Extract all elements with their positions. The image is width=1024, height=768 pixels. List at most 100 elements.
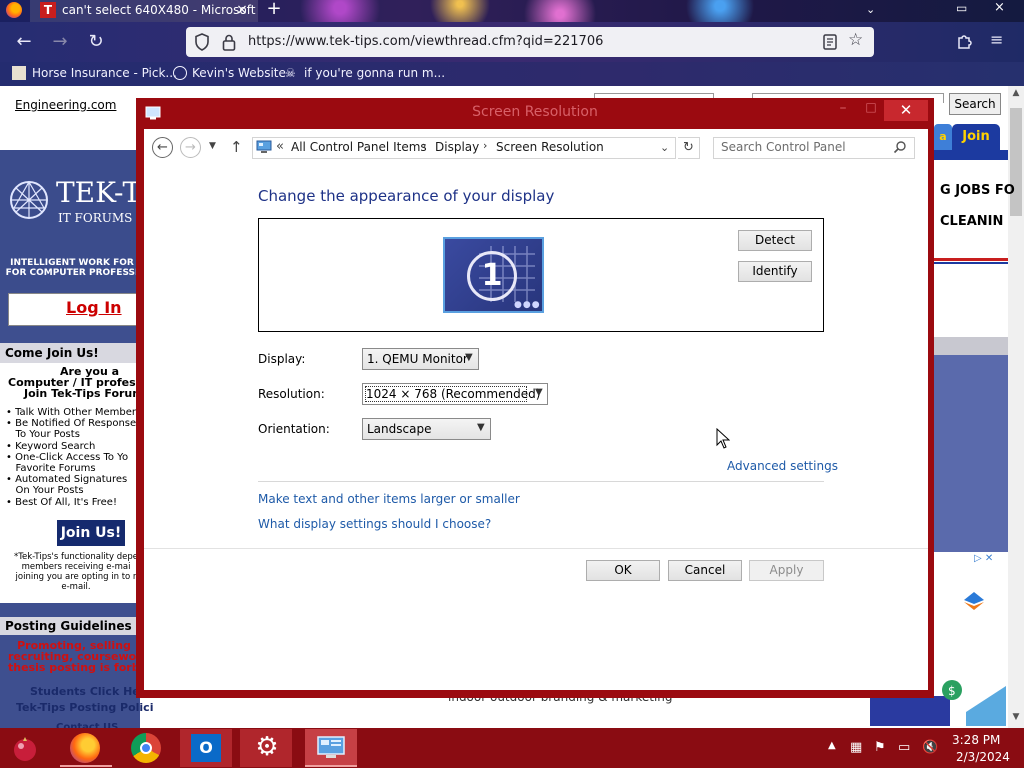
bookmark-star-icon[interactable]: ☆ xyxy=(848,30,863,50)
posting-policy-link[interactable]: Tek-Tips Posting Polici xyxy=(16,701,153,714)
start-button-icon[interactable] xyxy=(8,732,42,766)
back-arrow-icon[interactable]: ← xyxy=(10,28,38,56)
ok-button[interactable]: OK xyxy=(586,560,660,581)
join-us-button[interactable]: Join Us! xyxy=(57,520,125,546)
horse-bookmark-icon xyxy=(12,66,26,80)
monitor-number: 1 xyxy=(467,251,517,301)
scroll-up-icon[interactable]: ▲ xyxy=(1008,88,1024,102)
nav-tab-partial[interactable]: a xyxy=(934,124,952,150)
bookmark-kevins-website[interactable]: Kevin's Website xyxy=(192,62,286,86)
clock-date[interactable]: 2/3/2024 xyxy=(956,750,1010,764)
up-arrow-icon[interactable]: ↑ xyxy=(230,138,243,156)
search-icon[interactable] xyxy=(893,140,907,154)
window-close-icon[interactable]: × xyxy=(994,0,1010,20)
detect-button[interactable]: Detect xyxy=(738,230,812,251)
mouse-cursor-icon xyxy=(716,428,730,449)
back-icon[interactable]: ← xyxy=(152,137,173,158)
lock-icon[interactable] xyxy=(222,33,236,51)
chevron-down-icon[interactable]: ▼ xyxy=(465,352,473,363)
firefox-logo-icon[interactable] xyxy=(6,2,22,18)
new-tab-icon[interactable]: + xyxy=(264,0,284,20)
login-link[interactable]: Log In xyxy=(66,298,122,317)
scrollbar-thumb[interactable] xyxy=(1010,108,1022,216)
breadcrumb-display[interactable]: Display xyxy=(435,140,479,154)
breadcrumb-overflow[interactable]: « xyxy=(276,139,284,154)
divider xyxy=(258,481,824,482)
students-link[interactable]: Students Click Here xyxy=(30,685,153,698)
minimize-icon[interactable]: – xyxy=(830,100,856,120)
chrome-center-icon xyxy=(140,742,152,754)
text-size-link[interactable]: Make text and other items larger or smal… xyxy=(258,492,520,506)
resolution-label: Resolution: xyxy=(258,387,325,401)
identify-button[interactable]: Identify xyxy=(738,261,812,282)
clock-time[interactable]: 3:28 PM xyxy=(952,733,1000,747)
join-nav-tab[interactable]: Join xyxy=(952,124,1000,150)
breadcrumb-separator-icon[interactable]: › xyxy=(483,139,487,152)
tab-close-icon[interactable]: × xyxy=(232,0,252,20)
gear-icon: ⚙ xyxy=(255,732,279,762)
page-heading: Change the appearance of your display xyxy=(258,187,555,205)
close-icon[interactable]: ✕ xyxy=(884,100,928,121)
list-item: • Be Notified Of Response xyxy=(6,418,137,430)
tek-tips-favicon-icon: T xyxy=(40,2,56,18)
bookmark-gonna-run[interactable]: if you're gonna run m... xyxy=(304,62,445,86)
forward-arrow-icon[interactable]: → xyxy=(46,28,74,56)
tab-list-chevron-icon[interactable]: ⌄ xyxy=(866,0,882,20)
control-panel-display-icon xyxy=(317,736,345,758)
chevron-down-icon[interactable]: ▼ xyxy=(477,422,485,433)
advanced-settings-link[interactable]: Advanced settings xyxy=(727,459,838,473)
list-item: • One-Click Access To Yo xyxy=(6,451,129,463)
network-icon[interactable]: ▦ xyxy=(850,740,866,756)
svg-text:$: $ xyxy=(948,684,956,698)
site-search-button[interactable]: Search xyxy=(949,93,1001,115)
orientation-select[interactable]: Landscape xyxy=(362,418,491,440)
address-dropdown-icon[interactable]: ⌄ xyxy=(660,141,669,154)
cleaning-banner-text: CLEANIN xyxy=(940,214,1004,229)
chevron-down-icon[interactable]: ▼ xyxy=(535,387,543,398)
reload-icon[interactable]: ↻ xyxy=(82,28,110,56)
maximize-icon[interactable]: □ xyxy=(858,100,884,120)
flag-icon[interactable]: ⚑ xyxy=(874,740,890,756)
forward-icon[interactable]: → xyxy=(180,137,201,158)
search-placeholder: Search Control Panel xyxy=(721,140,846,154)
window-restore-icon[interactable]: ▭ xyxy=(956,0,970,20)
nav-strip xyxy=(934,150,1008,160)
hamburger-menu-icon[interactable]: ≡ xyxy=(990,30,1003,49)
promotion-warning: Promoting, selling recruiting, coursewor… xyxy=(8,639,152,674)
display-select[interactable]: 1. QEMU Monitor xyxy=(362,348,479,370)
come-join-heading: Come Join Us! xyxy=(0,343,140,363)
bookmark-horse-insurance[interactable]: Horse Insurance - Pick... xyxy=(32,62,177,86)
tracking-shield-icon[interactable] xyxy=(194,33,210,51)
display-settings-help-link[interactable]: What display settings should I choose? xyxy=(258,517,491,531)
display-tray-icon[interactable]: ▭ xyxy=(898,740,914,756)
refresh-icon[interactable]: ↻ xyxy=(678,137,700,159)
window-title: Screen Resolution xyxy=(472,104,598,120)
monitor-dots-icon: ●●● xyxy=(514,300,541,310)
orientation-label: Orientation: xyxy=(258,422,330,436)
tray-overflow-icon[interactable]: ▲ xyxy=(828,740,836,751)
engineering-link[interactable]: Engineering.com xyxy=(15,98,116,112)
browser-tab-active[interactable]: can't select 640X480 - Microsoft xyxy=(30,0,258,22)
url-text[interactable]: https://www.tek-tips.com/viewthread.cfm?… xyxy=(248,34,603,49)
scroll-down-icon[interactable]: ▼ xyxy=(1008,712,1024,726)
extensions-puzzle-icon[interactable] xyxy=(956,32,974,50)
recent-locations-chevron-icon[interactable]: ▼ xyxy=(209,141,216,151)
breadcrumb-separator-icon[interactable]: › xyxy=(422,139,426,152)
tek-tips-globe-logo-icon xyxy=(10,180,48,219)
posting-guidelines-heading: Posting Guidelines xyxy=(0,617,140,635)
breadcrumb-screen-resolution[interactable]: Screen Resolution xyxy=(496,140,604,154)
footer-divider xyxy=(144,548,928,549)
globe-icon xyxy=(173,66,187,80)
reader-view-icon[interactable] xyxy=(822,33,838,51)
running-indicator xyxy=(60,765,112,767)
apply-button[interactable]: Apply xyxy=(749,560,824,581)
control-panel-icon xyxy=(256,140,272,153)
ad-close-icon[interactable]: ▷ ✕ xyxy=(974,553,993,564)
resolution-value[interactable]: 1024 × 768 (Recommended) xyxy=(366,387,540,401)
outlook-icon: O xyxy=(191,734,221,762)
cancel-button[interactable]: Cancel xyxy=(668,560,742,581)
divider-blue xyxy=(934,262,1008,264)
breadcrumb-all-control-panel-items[interactable]: All Control Panel Items xyxy=(291,140,427,154)
volume-muted-icon[interactable]: 🔇 xyxy=(922,740,938,756)
firefox-icon xyxy=(70,733,100,763)
